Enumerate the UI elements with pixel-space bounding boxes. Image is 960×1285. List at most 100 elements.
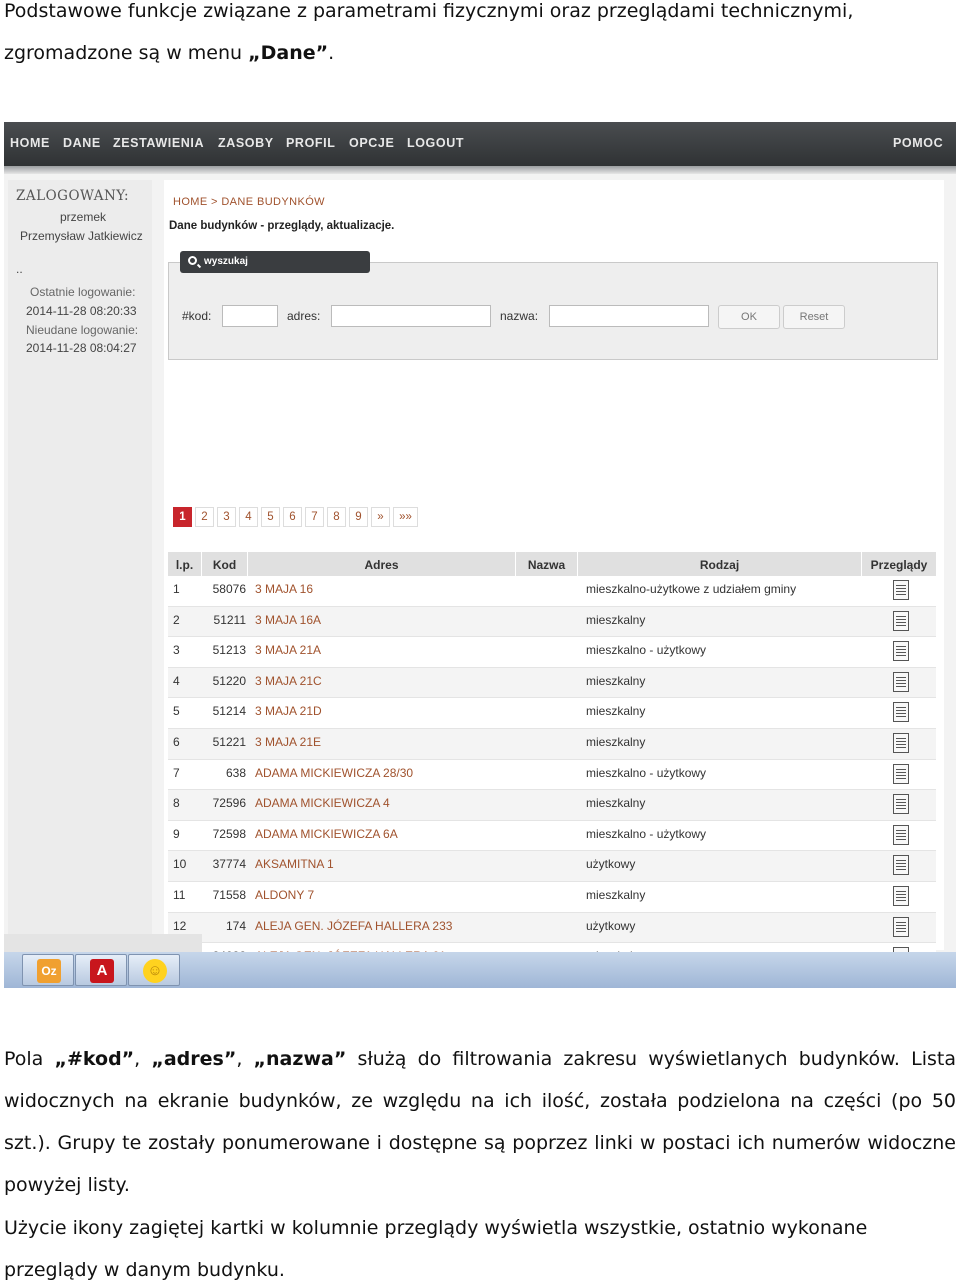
- table-row: 4 51220 3 MAJA 21C mieszkalny: [168, 667, 936, 699]
- row-adres[interactable]: ADAMA MICKIEWICZA 4: [255, 796, 390, 810]
- nav-profil[interactable]: PROFIL: [286, 136, 335, 150]
- row-kod: 174: [225, 918, 246, 933]
- inspection-document-icon[interactable]: [893, 886, 909, 906]
- search-tab[interactable]: wyszukaj: [180, 251, 370, 273]
- nazwa-input[interactable]: [549, 305, 709, 327]
- field-kod-term: „#kod”: [54, 1048, 135, 1070]
- inspection-document-icon[interactable]: [893, 641, 909, 662]
- reset-button[interactable]: Reset: [783, 305, 845, 329]
- page-link[interactable]: 1: [173, 507, 192, 527]
- search-tab-label: wyszukaj: [204, 256, 248, 267]
- breadcrumb[interactable]: HOME > DANE BUDYNKÓW: [173, 196, 325, 208]
- search-panel: wyszukaj #kod: adres: nazwa: OK Reset: [168, 251, 938, 360]
- inspection-document-icon[interactable]: [893, 580, 909, 600]
- row-lp: 8: [173, 796, 180, 811]
- row-kod: 51220: [212, 673, 246, 688]
- acrobat-button[interactable]: A: [75, 954, 127, 986]
- field-adres-term: „adres”: [151, 1048, 237, 1070]
- para1-start: Pola: [4, 1048, 55, 1070]
- row-rodzaj: mieszkalno-użytkowe z udziałem gminy: [586, 582, 797, 596]
- inspection-document-icon[interactable]: [893, 610, 909, 631]
- row-lp: 12: [173, 918, 187, 933]
- para1-sep1: ,: [134, 1048, 152, 1070]
- row-lp: 7: [173, 765, 180, 780]
- page-link[interactable]: 2: [195, 507, 214, 527]
- col-rodzaj[interactable]: Rodzaj: [578, 552, 862, 576]
- col-nazwa[interactable]: Nazwa: [516, 552, 578, 576]
- nav-help[interactable]: POMOC: [893, 136, 943, 150]
- row-kod: 51211: [213, 612, 246, 627]
- col-przeglady[interactable]: Przeglądy: [862, 552, 936, 576]
- row-rodzaj: mieszkalny: [586, 796, 646, 811]
- inspection-document-icon[interactable]: [893, 763, 909, 784]
- ok-button[interactable]: OK: [718, 305, 780, 329]
- row-kod: 51213: [212, 643, 246, 658]
- outlook-button[interactable]: Oz: [22, 954, 74, 986]
- row-adres[interactable]: ADAMA MICKIEWICZA 6A: [255, 827, 398, 841]
- row-adres[interactable]: ALEJA GEN. JÓZEFA HALLERA 233: [255, 919, 452, 933]
- last-login-value: 2014-11-28 08:20:33: [26, 304, 137, 318]
- inspection-document-icon[interactable]: [893, 671, 909, 692]
- page-link[interactable]: 8: [327, 507, 346, 527]
- logged-in-title: ZALOGOWANY:: [16, 188, 130, 204]
- row-adres[interactable]: ALDONY 7: [255, 888, 314, 902]
- table-row: 3 51213 3 MAJA 21A mieszkalno - użytkowy: [168, 637, 936, 668]
- row-adres[interactable]: 3 MAJA 21E: [255, 735, 321, 749]
- para1-rest: służą do filtrowania zakresu wyświetlany…: [4, 1048, 956, 1196]
- inspection-document-icon[interactable]: [893, 794, 909, 815]
- table-row: 12 174 ALEJA GEN. JÓZEFA HALLERA 233 użytko…: [168, 912, 936, 944]
- page-link[interactable]: 7: [305, 507, 324, 527]
- nazwa-label: nazwa:: [500, 309, 539, 323]
- page-link[interactable]: 5: [261, 507, 280, 527]
- inspection-document-icon[interactable]: [893, 733, 909, 753]
- row-rodzaj: mieszkalny: [586, 704, 646, 719]
- nav-home[interactable]: HOME: [10, 136, 50, 150]
- page-link[interactable]: 4: [239, 507, 258, 527]
- adres-label: adres:: [287, 309, 321, 323]
- row-adres[interactable]: 3 MAJA 21A: [255, 643, 321, 657]
- last-login-label: Ostatnie logowanie:: [30, 285, 136, 299]
- nav-zasoby[interactable]: ZASOBY: [218, 136, 274, 150]
- nav-opcje[interactable]: OPCJE: [349, 136, 394, 150]
- table-row: 7 638 ADAMA MICKIEWICZA 28/30 mieszkalno - …: [168, 759, 936, 791]
- page-link[interactable]: 6: [283, 507, 302, 527]
- page-link[interactable]: »»: [393, 507, 418, 527]
- nav-dane[interactable]: DANE: [63, 136, 101, 150]
- row-kod: 72598: [212, 826, 246, 841]
- row-lp: 9: [173, 826, 180, 841]
- table-row: 11 71558 ALDONY 7 mieszkalny: [168, 882, 936, 913]
- row-kod: 71558: [212, 888, 246, 902]
- row-adres[interactable]: 3 MAJA 16: [255, 582, 313, 596]
- row-lp: 6: [173, 735, 180, 749]
- nav-logout[interactable]: LOGOUT: [407, 136, 464, 150]
- page-link[interactable]: 3: [217, 507, 236, 527]
- page-link[interactable]: 9: [349, 507, 368, 527]
- taskbar-shadow: [4, 934, 202, 952]
- col-lp[interactable]: l.p.: [168, 552, 202, 576]
- row-adres[interactable]: ADAMA MICKIEWICZA 28/30: [255, 766, 413, 780]
- row-adres[interactable]: AKSAMITNA 1: [255, 857, 334, 871]
- row-adres[interactable]: 3 MAJA 21D: [255, 704, 322, 718]
- row-rodzaj: mieszkalny: [586, 612, 646, 627]
- inspection-document-icon[interactable]: [893, 824, 909, 845]
- row-adres[interactable]: 3 MAJA 16A: [255, 613, 321, 627]
- inspection-document-icon[interactable]: [893, 855, 909, 876]
- row-adres[interactable]: 3 MAJA 21C: [255, 674, 322, 688]
- table-row: 6 51221 3 MAJA 21E mieszkalny: [168, 729, 936, 760]
- main-content: HOME > DANE BUDYNKÓW Dane budynków - prz…: [164, 180, 944, 988]
- row-rodzaj: mieszkalny: [586, 888, 646, 902]
- page-link[interactable]: »: [371, 507, 390, 527]
- app-screenshot: HOME DANE ZESTAWIENIA ZASOBY PROFIL OPCJ…: [4, 122, 956, 988]
- nav-zestawienia[interactable]: ZESTAWIENIA: [113, 136, 204, 150]
- inspection-document-icon[interactable]: [893, 702, 909, 723]
- row-lp: 11: [173, 888, 186, 902]
- inspection-document-icon[interactable]: [893, 916, 909, 937]
- kod-input[interactable]: [222, 305, 278, 327]
- field-nazwa-term: „nazwa”: [253, 1048, 347, 1070]
- col-adres[interactable]: Adres: [248, 552, 516, 576]
- col-kod[interactable]: Kod: [202, 552, 248, 576]
- intro-text: Podstawowe funkcje związane z parametram…: [4, 0, 854, 64]
- sun-app-button[interactable]: ☺: [128, 954, 180, 986]
- row-kod: 638: [225, 765, 246, 780]
- adres-input[interactable]: [331, 305, 491, 327]
